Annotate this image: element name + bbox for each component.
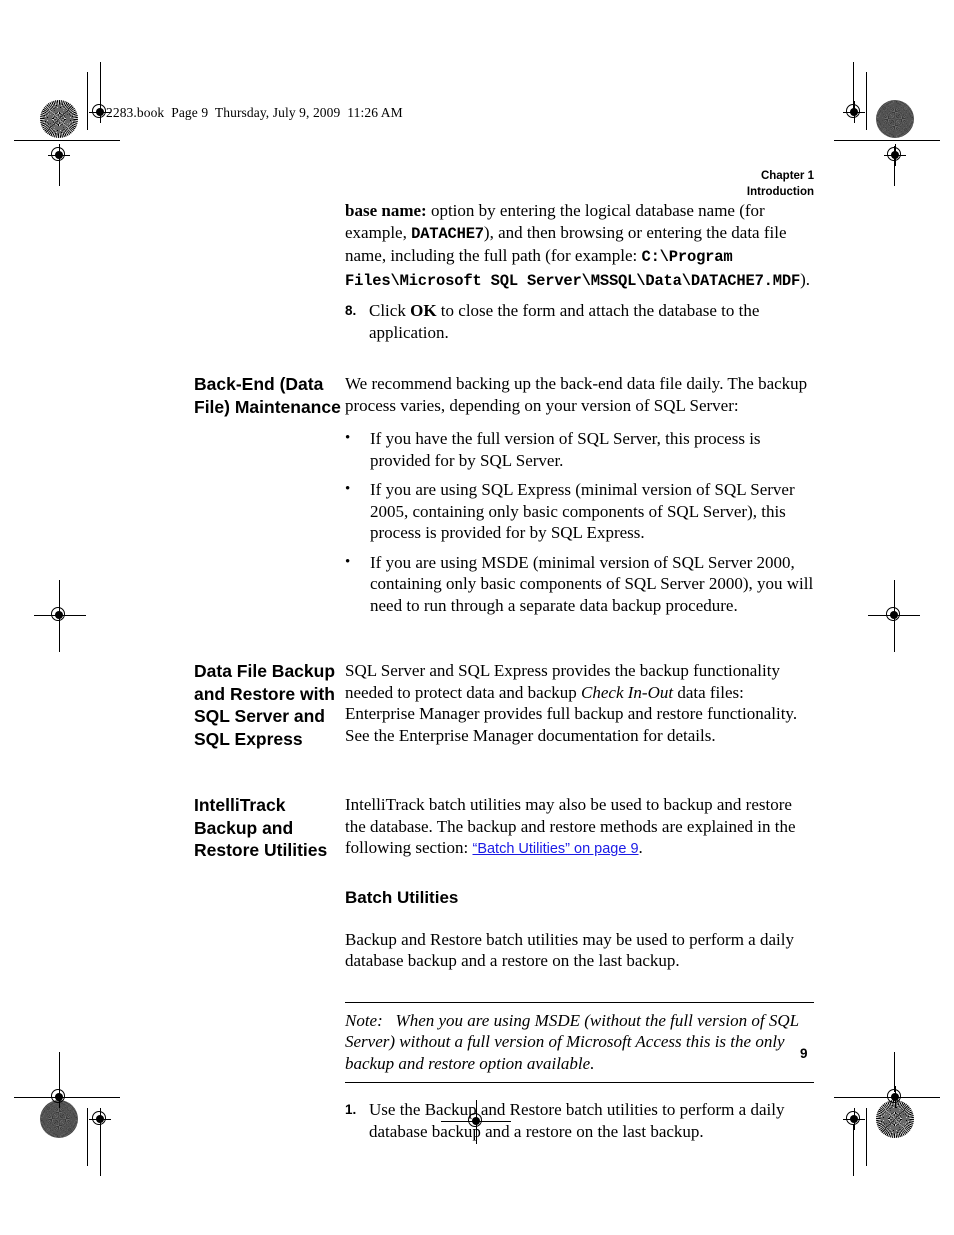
base-name-option-label: base name: [345,201,427,220]
section-heading-data-file-backup: Data File Backup and Restore with SQL Se… [194,661,336,749]
code-database-name: DATACHE7 [411,224,484,243]
crop-line-bottom-left-vertical [87,1108,88,1166]
crop-line-bottom-right-inner-vertical [853,1124,854,1176]
batch-utilities-paragraph: Backup and Restore batch utilities may b… [345,929,794,971]
chapter-running-head: Chapter 1 Introduction [747,168,814,200]
intellitrack-text-2: . [638,838,643,857]
registration-target-outer-top-right [884,144,906,166]
step-8-text: Click OK to close the form and attach th… [369,300,814,343]
crop-line-top-right-vertical [866,72,867,130]
bullet-icon: • [345,430,351,446]
check-in-out-product-name: Check In-Out [581,682,674,702]
back-end-bullet-text: If you are using MSDE (minimal version o… [370,552,814,615]
page-content: base name: option by entering the logica… [194,200,814,1142]
step-continuation-text-3: ). [800,269,810,289]
chapter-title-label: Introduction [746,186,814,198]
batch-utilities-step-text: Use the Backup and Restore batch utiliti… [369,1100,785,1141]
bullet-icon: • [345,481,351,497]
note-label: Note: [345,1010,383,1030]
batch-utilities-step-item: 1. Use the Backup and Restore batch util… [345,1099,814,1142]
section-intellitrack-body: IntelliTrack batch utilities may also be… [345,794,814,1142]
halftone-circle-top-left [40,100,78,138]
chapter-number-label: Chapter 1 [760,170,814,182]
batch-utilities-cross-reference-link[interactable]: “Batch Utilities” on page 9 [472,841,638,857]
bullet-icon: • [345,553,351,570]
intellitrack-paragraph: IntelliTrack batch utilities may also be… [345,794,814,861]
registration-target-bottom-left [89,1108,111,1130]
data-file-paragraph: SQL Server and SQL Express provides the … [345,660,814,746]
back-end-bullet-item: • If you have the full version of SQL Se… [345,428,814,471]
step-continuation-row: base name: option by entering the logica… [194,200,814,343]
ok-button-reference: OK [410,301,437,320]
halftone-circle-top-right [876,100,914,138]
batch-utilities-step-marker: 1. [345,1102,357,1117]
back-end-intro-paragraph: We recommend backing up the back-end dat… [345,374,808,415]
back-end-bullet-item: • If you are using SQL Express (minimal … [345,479,814,544]
section-back-end-body: We recommend backing up the back-end dat… [345,373,814,616]
back-end-bullet-text: If you have the full version of SQL Serv… [370,429,761,470]
section-data-file-body: SQL Server and SQL Express provides the … [345,660,814,746]
crop-line-top-left-vertical [87,72,88,130]
registration-target-outer-bottom-right [884,1086,906,1108]
registration-target-outer-top-left [48,144,70,166]
step-8-text-before: Click [369,301,411,320]
step-8-item: 8. Click OK to close the form and attach… [345,300,814,343]
file-header-line: 2283.book Page 9 Thursday, July 9, 2009 … [106,105,403,120]
subheading-batch-utilities: Batch Utilities [345,887,459,907]
registration-target-right-mid [883,604,905,626]
note-callout: Note: When you are using MSDE (without t… [345,1001,814,1083]
registration-target-bottom-right [843,1108,865,1130]
section-intellitrack-utilities: IntelliTrack Backup and Restore Utilitie… [194,794,814,1142]
step-continuation-paragraph: base name: option by entering the logica… [345,200,814,292]
section-heading-intellitrack: IntelliTrack Backup and Restore Utilitie… [194,795,328,860]
section-data-file-backup-restore: Data File Backup and Restore with SQL Se… [194,660,814,750]
crop-line-right-upper-horizontal [834,140,940,141]
crop-line-bottom-left-inner-vertical [100,1124,101,1176]
step-8-marker: 8. [345,303,357,318]
registration-target-outer-bottom-left [48,1086,70,1108]
section-heading-back-end: Back-End (Data File) Maintenance [194,374,341,417]
section-back-end-maintenance: Back-End (Data File) Maintenance We reco… [194,373,814,616]
crop-line-left-upper-horizontal [14,140,120,141]
back-end-bullet-item: • If you are using MSDE (minimal version… [345,552,814,617]
crop-line-bottom-right-vertical [866,1108,867,1166]
page-number: 9 [800,1046,808,1061]
registration-target-left-mid [48,604,70,626]
note-paragraph: Note: When you are using MSDE (without t… [345,1010,814,1075]
registration-target-top-right [843,101,865,123]
note-text: When you are using MSDE (without the ful… [345,1010,799,1073]
back-end-bullet-text: If you are using SQL Express (minimal ve… [370,480,795,542]
step-continuation-body: base name: option by entering the logica… [345,200,814,343]
